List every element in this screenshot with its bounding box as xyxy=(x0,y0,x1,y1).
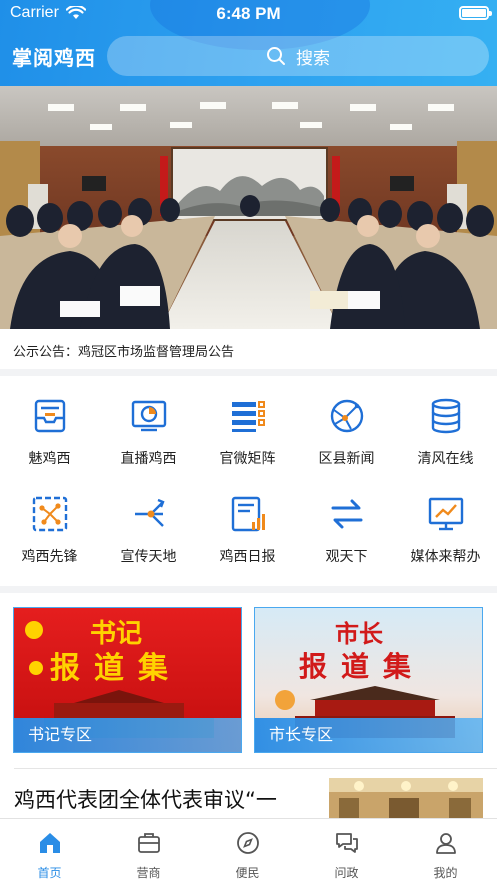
tab-convenience[interactable]: 便民 xyxy=(198,831,297,881)
network-node-icon xyxy=(32,496,67,532)
grid-label: 直播鸡西 xyxy=(120,451,177,467)
live-chart-icon xyxy=(131,400,166,432)
grid-label: 观天下 xyxy=(325,549,368,565)
special-columns: 书记 报道集 书记专区 市长 报道集 市长专区 xyxy=(0,593,497,768)
secretary-poster-line1: 书记 xyxy=(90,619,142,649)
share-broadcast-icon xyxy=(134,498,165,527)
banner-carousel[interactable] xyxy=(0,86,497,329)
meeting-photo xyxy=(0,86,497,329)
secretary-column-card[interactable]: 书记 报道集 书记专区 xyxy=(13,607,242,753)
tab-label: 问政 xyxy=(334,866,359,880)
search-placeholder: 搜索 xyxy=(296,48,330,69)
grid-label: 鸡西日报 xyxy=(219,549,276,565)
tab-mine[interactable]: 我的 xyxy=(396,831,495,881)
exchange-arrows-icon xyxy=(331,499,362,529)
grid-item-propaganda[interactable]: 宣传天地 xyxy=(99,494,198,566)
grid-item-qingfeng[interactable]: 清风在线 xyxy=(396,396,495,468)
inbox-tray-icon xyxy=(34,399,65,433)
tab-business[interactable]: 营商 xyxy=(99,831,198,881)
notice-bar[interactable]: 公示公告：鸡冠区市场监督管理局公告 xyxy=(0,329,497,369)
mayor-column-card[interactable]: 市长 报道集 市长专区 xyxy=(254,607,483,753)
grid-item-media-help[interactable]: 媒体来帮办 xyxy=(396,494,495,566)
trend-board-icon xyxy=(428,497,463,531)
chat-bubbles-icon xyxy=(335,833,358,853)
grid-label: 清风在线 xyxy=(417,451,474,467)
compass-icon xyxy=(236,832,259,854)
tab-label: 首页 xyxy=(37,866,62,880)
home-icon xyxy=(39,833,60,853)
news-title: 鸡西代表团全体代表审议“一 xyxy=(14,788,277,812)
grid-label: 区县新闻 xyxy=(318,451,375,467)
briefcase-icon xyxy=(137,833,160,853)
search-input[interactable]: 搜索 xyxy=(107,36,489,76)
grid-item-live[interactable]: 直播鸡西 xyxy=(99,396,198,468)
grid-item-world[interactable]: 观天下 xyxy=(297,494,396,566)
user-icon xyxy=(435,833,456,854)
grid-label: 媒体来帮办 xyxy=(410,549,481,565)
search-icon xyxy=(267,47,285,65)
status-bar: Carrier 6:48 PM xyxy=(0,0,497,28)
grid-item-meijixi[interactable]: 魅鸡西 xyxy=(0,396,99,468)
tab-home[interactable]: 首页 xyxy=(0,831,99,881)
tab-inquiry[interactable]: 问政 xyxy=(297,831,396,881)
grid-item-matrix[interactable]: 官微矩阵 xyxy=(198,396,297,468)
grid-item-county-news[interactable]: 区县新闻 xyxy=(297,396,396,468)
app-screen: Carrier 6:48 PM 掌阅鸡西 搜索 公示公告：鸡冠区市场监督管理局公… xyxy=(0,0,497,883)
tab-label: 便民 xyxy=(235,866,260,880)
newspaper-chart-icon xyxy=(231,496,265,532)
news-thumbnail xyxy=(329,778,483,820)
mayor-poster-line1: 市长 xyxy=(335,619,384,648)
grid-item-daily[interactable]: 鸡西日报 xyxy=(198,494,297,566)
notice-text: 公示公告：鸡冠区市场监督管理局公告 xyxy=(13,345,235,360)
clock: 6:48 PM xyxy=(216,4,281,23)
globe-network-icon xyxy=(330,399,363,433)
mayor-poster-line2: 报道集 xyxy=(299,650,425,683)
grid-label: 鸡西先锋 xyxy=(21,549,78,565)
database-icon xyxy=(431,398,460,434)
tab-label: 我的 xyxy=(433,866,458,880)
grid-label: 宣传天地 xyxy=(120,549,177,565)
battery-icon xyxy=(459,6,492,20)
matrix-list-icon xyxy=(231,401,265,432)
function-grid: 魅鸡西 直播鸡西 官微矩阵 区县新闻 清风在线 鸡西先锋 宣传天地 鸡西日报 观… xyxy=(0,376,497,586)
mayor-column-label: 市长专区 xyxy=(255,718,482,752)
app-title: 掌阅鸡西 xyxy=(12,46,96,70)
secretary-poster-line2: 报道集 xyxy=(50,651,182,686)
secretary-column-label: 书记专区 xyxy=(14,718,241,752)
header: Carrier 6:48 PM 掌阅鸡西 搜索 xyxy=(0,0,497,86)
tab-label: 营商 xyxy=(136,866,161,880)
grid-label: 官微矩阵 xyxy=(219,451,276,467)
divider xyxy=(14,768,497,769)
grid-label: 魅鸡西 xyxy=(28,451,71,467)
grid-item-pioneer[interactable]: 鸡西先锋 xyxy=(0,494,99,566)
news-list-item[interactable]: 鸡西代表团全体代表审议“一 xyxy=(0,768,497,820)
tab-bar: 首页 营商 便民 问政 我的 xyxy=(0,818,497,883)
